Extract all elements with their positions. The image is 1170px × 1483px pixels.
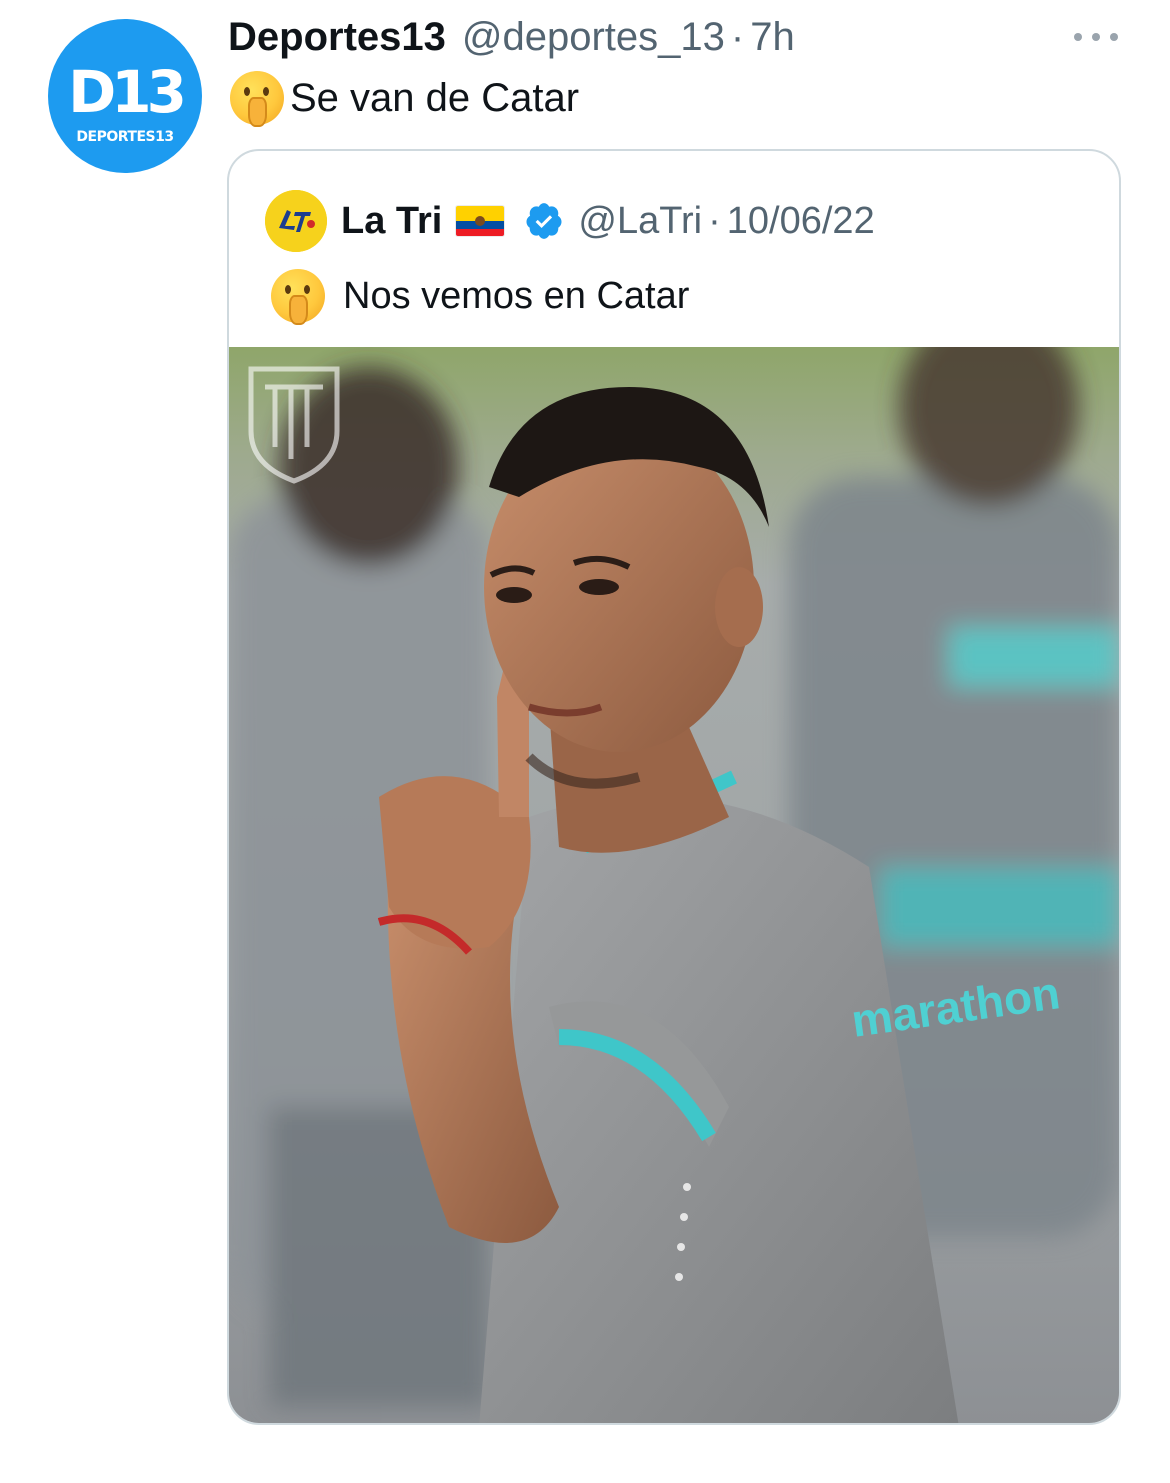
tweet-text-content: Se van de Catar [290,75,580,120]
shushing-face-icon [271,269,325,325]
shushing-face-icon [230,71,284,127]
quoted-tweet-text: Nos vemos en Catar [271,267,689,325]
author-display-name[interactable]: Deportes13 [228,15,446,60]
tweet-text: Se van de Catar [230,70,580,127]
quoted-author-handle[interactable]: @LaTri [578,200,702,243]
more-dot [1110,33,1118,41]
quoted-tweet-card[interactable]: La Tri @LaTri · 10/06/22 Nos vemos en Ca… [227,149,1121,1425]
quoted-header-separator: · [708,199,721,242]
quoted-tweet-header: La Tri @LaTri · 10/06/22 [265,189,875,253]
quoted-tweet-text-content: Nos vemos en Catar [343,274,690,317]
more-horizontal-icon[interactable] [1074,30,1118,44]
la-tri-logo-icon [265,190,327,252]
avatar-logo-subtext: DEPORTES13 [76,129,174,145]
ecuador-flag-icon [456,206,505,236]
header-separator: · [730,14,745,59]
tweet-time[interactable]: 7h [750,15,795,60]
more-dot [1074,33,1082,41]
quoted-tweet-date[interactable]: 10/06/22 [727,200,875,243]
quoted-tweet-photo[interactable]: marathon [229,347,1119,1423]
quoted-author-display-name[interactable]: La Tri [341,200,442,243]
author-avatar[interactable]: D13 DEPORTES13 [48,19,202,173]
verified-badge-icon [526,203,562,239]
more-dot [1092,33,1100,41]
avatar-logo-text: D13 [68,58,187,126]
author-handle[interactable]: @deportes_13 [462,15,725,60]
player-photo-illustration: marathon [229,347,1119,1423]
quoted-author-avatar[interactable] [265,190,327,252]
tweet-header: Deportes13 @deportes_13 · 7h [228,12,795,62]
